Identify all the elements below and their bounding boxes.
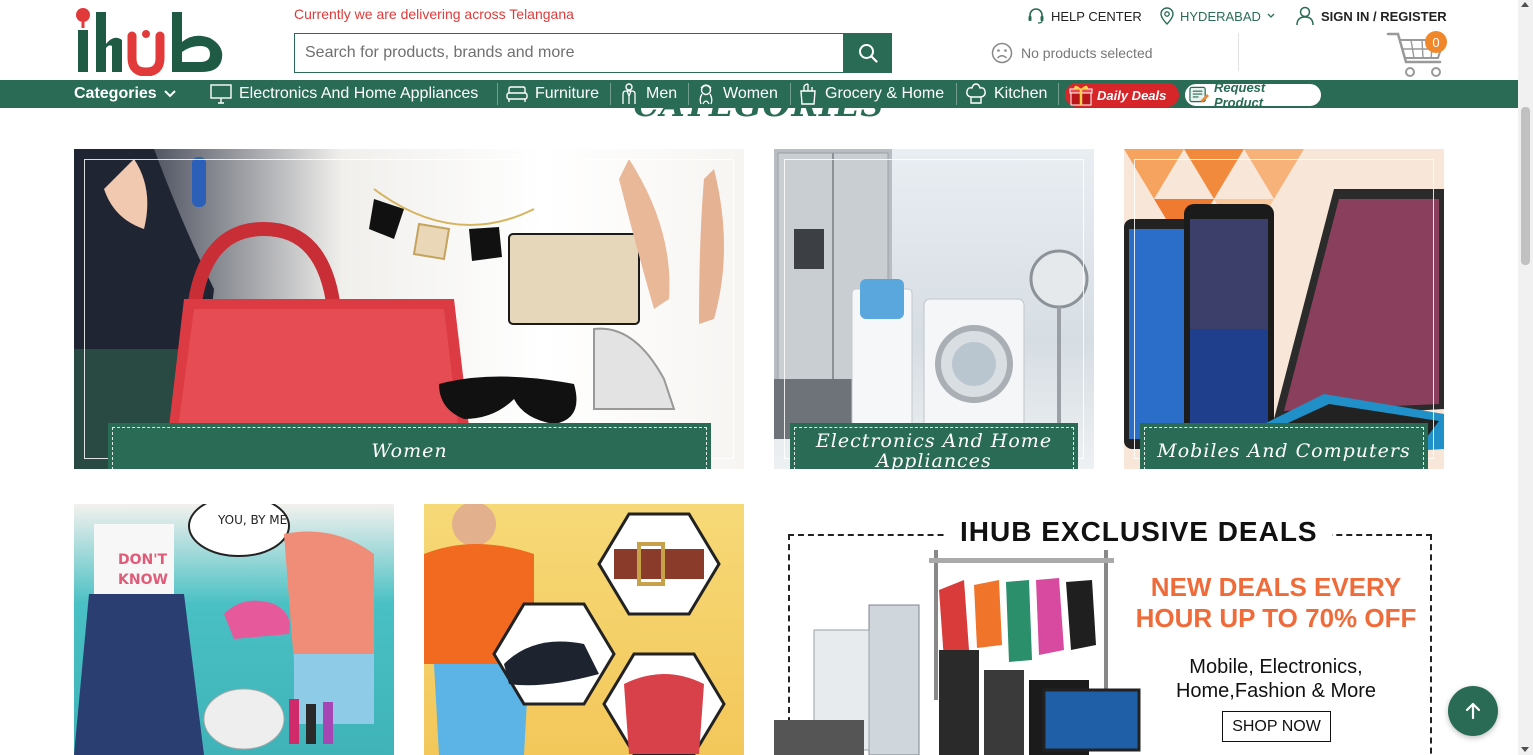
page: CATEGORIES Currently we are delivering a…: [0, 0, 1533, 755]
help-center-label: HELP CENTER: [1051, 8, 1142, 24]
nav-divider: [956, 83, 957, 105]
request-product-label: Request Product: [1213, 80, 1266, 110]
request-form-icon: [1189, 86, 1210, 103]
back-to-top-button[interactable]: [1448, 686, 1498, 736]
kids-fashion-image: YOU, BY ME DON'T KNOW: [74, 504, 374, 755]
category-tile-electronics[interactable]: Electronics And Home Appliances: [774, 149, 1094, 469]
deals-products-image: [774, 550, 1141, 755]
promo-headline: NEW DEALS EVERY HOUR UP TO 70% OFF: [1135, 572, 1417, 633]
search-icon: [858, 44, 878, 63]
nav-divider: [688, 83, 689, 105]
daily-deals-button[interactable]: Daily Deals: [1065, 83, 1179, 107]
request-product-button[interactable]: Request Product: [1184, 80, 1322, 110]
nav-item-men[interactable]: Men: [619, 80, 677, 108]
search-box: [294, 33, 844, 73]
sign-in-label: SIGN IN / REGISTER: [1321, 8, 1447, 24]
search-button[interactable]: [843, 33, 892, 73]
svg-text:KNOW: KNOW: [118, 572, 168, 588]
category-tile-mobiles[interactable]: Mobiles And Computers: [1124, 149, 1444, 469]
boys-fashion-image: [424, 504, 726, 755]
woman-icon: [699, 84, 713, 105]
no-products-label: No products selected: [1021, 45, 1153, 61]
nav-item-electronics[interactable]: Electronics And Home Appliances: [210, 80, 478, 108]
tile-frame: [84, 159, 734, 459]
svg-text:YOU, BY ME: YOU, BY ME: [217, 513, 287, 527]
nav-item-label: Women: [723, 85, 778, 102]
category-tile-women[interactable]: Women: [74, 149, 744, 469]
nav-item-kitchen[interactable]: Kitchen: [965, 80, 1047, 108]
tile-frame: [784, 159, 1084, 459]
cart-count-badge: 0: [1425, 31, 1447, 53]
divider: [1238, 33, 1239, 71]
nav-divider: [1058, 83, 1059, 105]
arrow-up-icon: [1465, 702, 1481, 720]
scroll-up-arrow[interactable]: [1521, 2, 1529, 7]
location-label: HYDERABAD: [1180, 8, 1261, 24]
nav-item-grocery[interactable]: Grocery & Home: [798, 80, 944, 108]
user-icon: [1296, 6, 1314, 26]
sad-face-icon: [991, 42, 1013, 64]
tile-label: Electronics And Home Appliances: [794, 427, 1074, 469]
location-pin-icon: [1160, 7, 1174, 25]
grocery-bag-icon: [800, 83, 816, 105]
category-tile-kids[interactable]: YOU, BY ME DON'T KNOW: [74, 504, 394, 755]
headset-icon: [1028, 8, 1044, 24]
svg-text:DON'T: DON'T: [118, 552, 168, 568]
delivery-notice: Currently we are delivering across Telan…: [294, 6, 574, 22]
tile-label-box: Electronics And Home Appliances: [790, 423, 1078, 469]
sofa-icon: [506, 86, 528, 102]
ihub-logo[interactable]: [74, 6, 228, 76]
nav-item-women[interactable]: Women: [696, 80, 778, 108]
tile-label-box: Mobiles And Computers: [1140, 423, 1428, 469]
help-center-link[interactable]: HELP CENTER: [1027, 6, 1142, 26]
nav-item-label: Electronics And Home Appliances: [239, 85, 479, 102]
gift-icon: [1069, 85, 1093, 106]
nav-item-label: Furniture: [535, 85, 600, 102]
chef-hat-icon: [966, 83, 986, 104]
promo-subtitle: Mobile, Electronics, Home,Fashion & More: [1175, 656, 1377, 702]
scroll-down-arrow[interactable]: [1521, 747, 1529, 752]
nav-item-label: Men: [646, 85, 678, 102]
location-selector[interactable]: HYDERABAD: [1160, 6, 1275, 26]
nav-item-label: Kitchen: [994, 85, 1048, 102]
search-input[interactable]: [295, 34, 844, 72]
promo-title: IHUB EXCLUSIVE DEALS: [946, 516, 1332, 548]
categories-label: Categories: [74, 85, 157, 102]
scrollbar-thumb[interactable]: [1521, 107, 1530, 265]
nav-item-label: Grocery & Home: [825, 85, 945, 102]
shop-now-button[interactable]: SHOP NOW: [1222, 711, 1331, 742]
no-products-status: No products selected: [991, 42, 1153, 64]
category-tile-boys[interactable]: [424, 504, 744, 755]
nav-divider: [790, 83, 791, 105]
tile-label: Mobiles And Computers: [1144, 427, 1424, 469]
tile-label-box: Women: [108, 423, 711, 469]
nav-divider: [610, 83, 611, 105]
categories-dropdown[interactable]: Categories: [74, 80, 176, 108]
monitor-icon: [210, 84, 232, 104]
man-icon: [622, 83, 636, 104]
chevron-down-icon: [163, 90, 176, 98]
sign-in-link[interactable]: SIGN IN / REGISTER: [1295, 6, 1447, 26]
chevron-down-icon: [1267, 13, 1275, 18]
tile-label: Women: [112, 427, 707, 469]
nav-item-furniture[interactable]: Furniture: [506, 80, 599, 108]
daily-deals-label: Daily Deals: [1097, 87, 1167, 103]
nav-divider: [497, 83, 498, 105]
tile-frame: [1134, 159, 1434, 459]
